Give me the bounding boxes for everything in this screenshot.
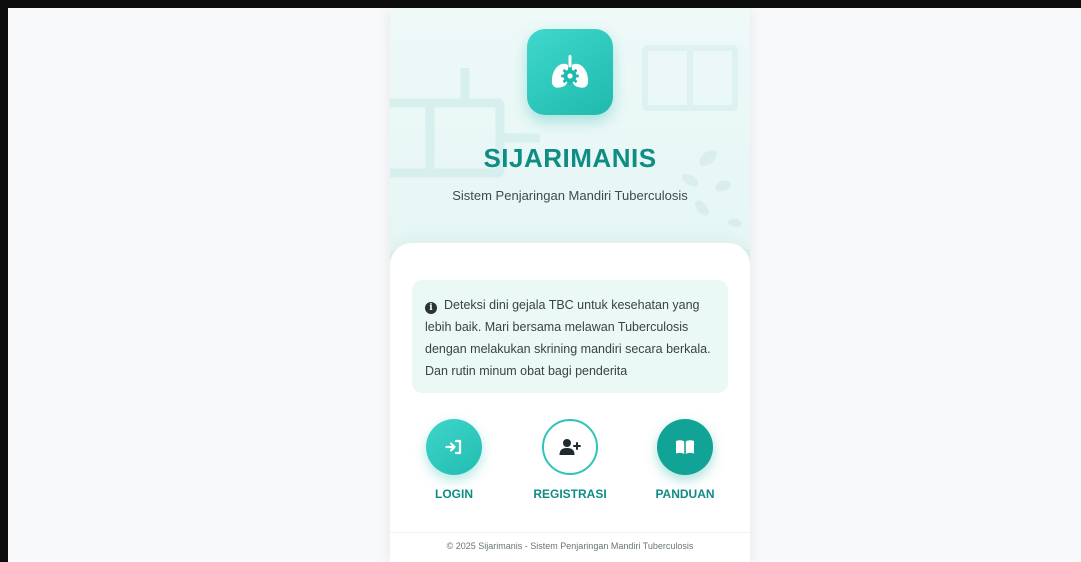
info-circle-icon: i [425,302,437,314]
lungs-gear-icon [551,55,589,88]
guide-circle[interactable] [657,419,713,475]
window-frame: SIJARIMANIS Sistem Penjaringan Mandiri T… [0,0,1081,562]
app-subtitle: Sistem Penjaringan Mandiri Tuberculosis [452,188,688,203]
sign-in-icon [445,439,462,455]
info-alert: i Deteksi dini gejala TBC untuk kesehatan… [412,280,728,393]
user-plus-icon [559,439,581,455]
main-card: i Deteksi dini gejala TBC untuk kesehatan… [390,243,750,562]
app-logo [527,29,613,115]
guide-label: PANDUAN [655,487,715,501]
login-label: LOGIN [435,487,473,501]
hero-header: SIJARIMANIS Sistem Penjaringan Mandiri T… [390,8,750,273]
book-open-icon [676,440,694,454]
app-title: SIJARIMANIS [483,143,657,173]
register-button[interactable]: REGISTRASI [525,419,615,501]
guide-button[interactable]: PANDUAN [640,419,730,501]
login-circle[interactable] [426,419,482,475]
login-button[interactable]: LOGIN [409,419,499,501]
register-label: REGISTRASI [533,487,607,501]
register-circle[interactable] [542,419,598,475]
footer-text: © 2025 Sijarimanis - Sistem Penjaringan … [446,541,694,551]
action-buttons: LOGIN REGISTRASI PANDUAN [390,419,750,509]
footer: © 2025 Sijarimanis - Sistem Penjaringan … [390,532,750,562]
browser-viewport: SIJARIMANIS Sistem Penjaringan Mandiri T… [8,8,1081,562]
info-text: Deteksi dini gejala TBC untuk kesehatan … [425,298,711,378]
mobile-app-container: SIJARIMANIS Sistem Penjaringan Mandiri T… [390,8,750,562]
